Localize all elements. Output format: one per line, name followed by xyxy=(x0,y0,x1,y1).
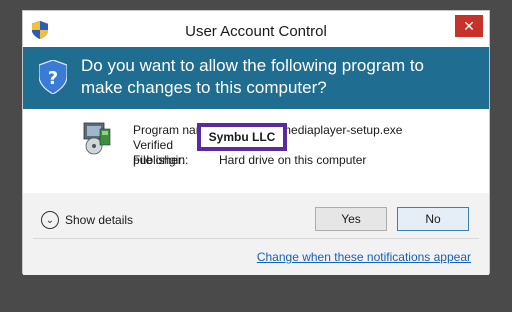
close-button[interactable]: ✕ xyxy=(455,15,483,37)
window-title: User Account Control xyxy=(185,23,327,40)
uac-question: Do you want to allow the following progr… xyxy=(81,56,425,97)
show-details-label: Show details xyxy=(65,213,134,227)
origin-value: Hard drive on this computer xyxy=(219,153,367,167)
publisher-highlight: Symbu LLC xyxy=(197,123,287,151)
question-banner: ? Do you want to allow the following pro… xyxy=(23,47,489,109)
program-details: Program name: freeallinonemediaplayer-se… xyxy=(23,109,489,193)
show-details-toggle[interactable]: ⌄ Show details xyxy=(41,211,133,229)
footer-divider xyxy=(33,238,479,239)
uac-shield-icon: ? xyxy=(39,60,67,94)
notification-settings-link[interactable]: Change when these notifications appear xyxy=(257,250,471,264)
chevron-down-icon: ⌄ xyxy=(41,211,59,229)
origin-row: File origin: Hard drive on this computer xyxy=(133,153,402,168)
no-button[interactable]: No xyxy=(397,207,469,231)
yes-button[interactable]: Yes xyxy=(315,207,387,231)
installer-icon xyxy=(83,122,111,155)
title-bar: User Account Control ✕ xyxy=(23,11,489,47)
dialog-footer: ⌄ Show details Yes No Change when these … xyxy=(23,193,489,275)
svg-text:?: ? xyxy=(48,68,58,89)
origin-label: File origin: xyxy=(133,153,189,167)
